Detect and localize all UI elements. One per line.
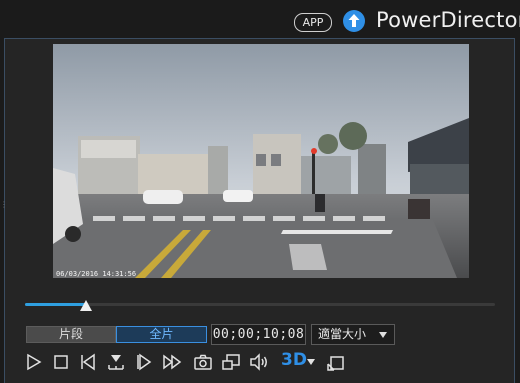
- picture-in-picture-button[interactable]: [221, 352, 241, 372]
- 3d-icon[interactable]: 3D: [281, 350, 307, 370]
- video-preview[interactable]: 06/03/2016 14:31:56: [53, 44, 469, 278]
- tab-clip[interactable]: 片段: [26, 326, 116, 343]
- upgrade-arrow-icon[interactable]: [343, 10, 365, 32]
- fast-forward-icon: [163, 354, 182, 370]
- next-frame-button[interactable]: [134, 352, 154, 372]
- undock-button[interactable]: [326, 352, 346, 372]
- 3d-menu-button[interactable]: [305, 356, 317, 368]
- snapshot-icon: [194, 354, 212, 370]
- previous-frame-button[interactable]: [79, 352, 99, 372]
- snapshot-button[interactable]: [193, 352, 213, 372]
- video-frame: 06/03/2016 14:31:56: [53, 44, 469, 278]
- stop-button[interactable]: [51, 352, 71, 372]
- product-name: PowerDirector: [376, 8, 520, 32]
- stop-icon: [54, 355, 68, 369]
- chevron-down-icon: [307, 359, 315, 365]
- title-bar: APP PowerDirector: [0, 0, 520, 38]
- app-badge[interactable]: APP: [294, 13, 332, 32]
- undock-icon: [327, 356, 344, 371]
- fast-forward-button[interactable]: [162, 352, 182, 372]
- play-button[interactable]: [24, 352, 44, 372]
- video-timestamp: 06/03/2016 14:31:56: [56, 270, 136, 278]
- timecode-field[interactable]: 00;00;10;08: [211, 324, 306, 345]
- seek-bar[interactable]: [25, 303, 495, 306]
- tab-full-movie[interactable]: 全片: [116, 326, 207, 343]
- volume-icon: [250, 353, 267, 371]
- seek-thumb[interactable]: [80, 300, 93, 311]
- panel-resize-handle[interactable]: ⋮: [0, 200, 8, 220]
- zoom-label: 適當大小: [318, 327, 367, 341]
- previous-frame-icon: [81, 353, 95, 371]
- play-icon: [27, 353, 42, 371]
- chevron-down-icon: [379, 332, 387, 338]
- zoom-dropdown[interactable]: 適當大小: [311, 324, 395, 345]
- split-button[interactable]: [106, 352, 126, 372]
- split-icon: [108, 355, 124, 370]
- picture-in-picture-icon: [222, 354, 240, 370]
- next-frame-icon: [137, 353, 152, 371]
- seek-progress: [25, 303, 87, 306]
- volume-button[interactable]: [249, 352, 269, 372]
